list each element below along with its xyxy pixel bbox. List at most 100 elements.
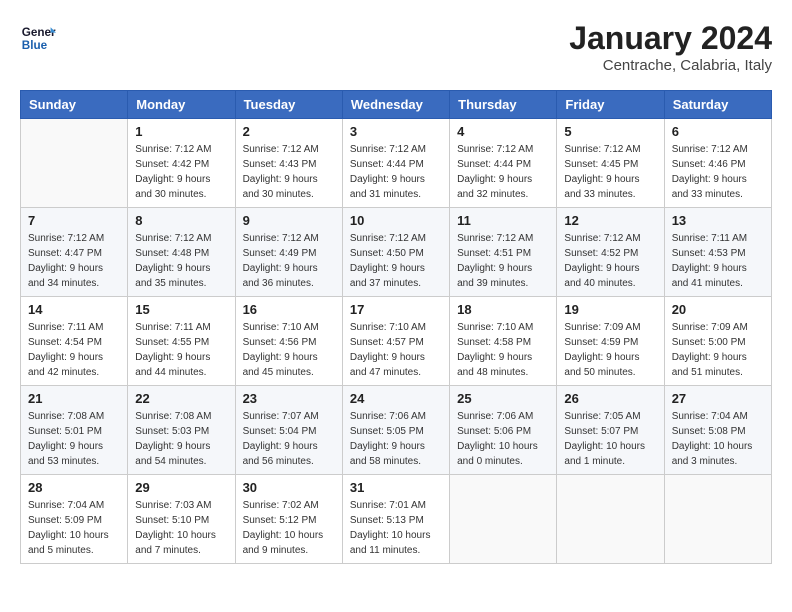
day-number: 2 [243, 124, 335, 139]
day-info: Sunrise: 7:08 AM Sunset: 5:03 PM Dayligh… [135, 409, 227, 469]
day-number: 14 [28, 302, 120, 317]
calendar-cell [664, 475, 771, 564]
calendar-cell [450, 475, 557, 564]
day-number: 20 [672, 302, 764, 317]
day-number: 8 [135, 213, 227, 228]
logo-icon: General Blue [20, 20, 56, 56]
day-info: Sunrise: 7:06 AM Sunset: 5:06 PM Dayligh… [457, 409, 549, 469]
day-info: Sunrise: 7:12 AM Sunset: 4:45 PM Dayligh… [564, 142, 656, 202]
day-number: 9 [243, 213, 335, 228]
calendar-cell: 14 Sunrise: 7:11 AM Sunset: 4:54 PM Dayl… [21, 297, 128, 386]
calendar-cell: 7 Sunrise: 7:12 AM Sunset: 4:47 PM Dayli… [21, 208, 128, 297]
day-info: Sunrise: 7:09 AM Sunset: 4:59 PM Dayligh… [564, 320, 656, 380]
day-number: 12 [564, 213, 656, 228]
calendar-week-4: 21 Sunrise: 7:08 AM Sunset: 5:01 PM Dayl… [21, 386, 772, 475]
weekday-header-friday: Friday [557, 91, 664, 119]
calendar-cell: 9 Sunrise: 7:12 AM Sunset: 4:49 PM Dayli… [235, 208, 342, 297]
calendar-cell: 11 Sunrise: 7:12 AM Sunset: 4:51 PM Dayl… [450, 208, 557, 297]
day-info: Sunrise: 7:01 AM Sunset: 5:13 PM Dayligh… [350, 498, 442, 558]
calendar-week-3: 14 Sunrise: 7:11 AM Sunset: 4:54 PM Dayl… [21, 297, 772, 386]
day-info: Sunrise: 7:10 AM Sunset: 4:58 PM Dayligh… [457, 320, 549, 380]
day-number: 25 [457, 391, 549, 406]
weekday-header-thursday: Thursday [450, 91, 557, 119]
calendar-cell: 4 Sunrise: 7:12 AM Sunset: 4:44 PM Dayli… [450, 119, 557, 208]
day-number: 11 [457, 213, 549, 228]
calendar-cell: 2 Sunrise: 7:12 AM Sunset: 4:43 PM Dayli… [235, 119, 342, 208]
day-number: 17 [350, 302, 442, 317]
calendar-cell: 25 Sunrise: 7:06 AM Sunset: 5:06 PM Dayl… [450, 386, 557, 475]
calendar-week-5: 28 Sunrise: 7:04 AM Sunset: 5:09 PM Dayl… [21, 475, 772, 564]
day-number: 6 [672, 124, 764, 139]
weekday-header-monday: Monday [128, 91, 235, 119]
day-info: Sunrise: 7:11 AM Sunset: 4:55 PM Dayligh… [135, 320, 227, 380]
day-info: Sunrise: 7:12 AM Sunset: 4:47 PM Dayligh… [28, 231, 120, 291]
day-info: Sunrise: 7:12 AM Sunset: 4:50 PM Dayligh… [350, 231, 442, 291]
day-number: 28 [28, 480, 120, 495]
day-number: 30 [243, 480, 335, 495]
day-number: 21 [28, 391, 120, 406]
weekday-header-sunday: Sunday [21, 91, 128, 119]
day-number: 5 [564, 124, 656, 139]
day-number: 4 [457, 124, 549, 139]
day-number: 24 [350, 391, 442, 406]
location-subtitle: Centrache, Calabria, Italy [569, 57, 772, 74]
weekday-header-tuesday: Tuesday [235, 91, 342, 119]
day-number: 15 [135, 302, 227, 317]
day-number: 13 [672, 213, 764, 228]
day-number: 19 [564, 302, 656, 317]
day-info: Sunrise: 7:04 AM Sunset: 5:08 PM Dayligh… [672, 409, 764, 469]
svg-text:Blue: Blue [22, 39, 48, 52]
day-number: 3 [350, 124, 442, 139]
day-number: 1 [135, 124, 227, 139]
calendar-cell: 21 Sunrise: 7:08 AM Sunset: 5:01 PM Dayl… [21, 386, 128, 475]
calendar-cell: 20 Sunrise: 7:09 AM Sunset: 5:00 PM Dayl… [664, 297, 771, 386]
calendar-body: 1 Sunrise: 7:12 AM Sunset: 4:42 PM Dayli… [21, 119, 772, 564]
day-info: Sunrise: 7:12 AM Sunset: 4:42 PM Dayligh… [135, 142, 227, 202]
day-info: Sunrise: 7:09 AM Sunset: 5:00 PM Dayligh… [672, 320, 764, 380]
day-info: Sunrise: 7:10 AM Sunset: 4:57 PM Dayligh… [350, 320, 442, 380]
calendar-cell: 6 Sunrise: 7:12 AM Sunset: 4:46 PM Dayli… [664, 119, 771, 208]
calendar-cell: 30 Sunrise: 7:02 AM Sunset: 5:12 PM Dayl… [235, 475, 342, 564]
calendar-cell: 8 Sunrise: 7:12 AM Sunset: 4:48 PM Dayli… [128, 208, 235, 297]
day-info: Sunrise: 7:06 AM Sunset: 5:05 PM Dayligh… [350, 409, 442, 469]
day-number: 29 [135, 480, 227, 495]
day-number: 31 [350, 480, 442, 495]
day-info: Sunrise: 7:07 AM Sunset: 5:04 PM Dayligh… [243, 409, 335, 469]
day-number: 7 [28, 213, 120, 228]
calendar-cell: 28 Sunrise: 7:04 AM Sunset: 5:09 PM Dayl… [21, 475, 128, 564]
day-info: Sunrise: 7:03 AM Sunset: 5:10 PM Dayligh… [135, 498, 227, 558]
calendar-cell: 26 Sunrise: 7:05 AM Sunset: 5:07 PM Dayl… [557, 386, 664, 475]
day-number: 16 [243, 302, 335, 317]
day-info: Sunrise: 7:08 AM Sunset: 5:01 PM Dayligh… [28, 409, 120, 469]
logo: General Blue [20, 20, 56, 56]
day-info: Sunrise: 7:04 AM Sunset: 5:09 PM Dayligh… [28, 498, 120, 558]
day-info: Sunrise: 7:12 AM Sunset: 4:43 PM Dayligh… [243, 142, 335, 202]
day-info: Sunrise: 7:11 AM Sunset: 4:53 PM Dayligh… [672, 231, 764, 291]
calendar-cell: 1 Sunrise: 7:12 AM Sunset: 4:42 PM Dayli… [128, 119, 235, 208]
page-header: General Blue January 2024 Centrache, Cal… [20, 20, 772, 74]
calendar-cell: 12 Sunrise: 7:12 AM Sunset: 4:52 PM Dayl… [557, 208, 664, 297]
day-info: Sunrise: 7:12 AM Sunset: 4:48 PM Dayligh… [135, 231, 227, 291]
day-info: Sunrise: 7:02 AM Sunset: 5:12 PM Dayligh… [243, 498, 335, 558]
calendar-cell: 17 Sunrise: 7:10 AM Sunset: 4:57 PM Dayl… [342, 297, 449, 386]
calendar-cell: 16 Sunrise: 7:10 AM Sunset: 4:56 PM Dayl… [235, 297, 342, 386]
day-info: Sunrise: 7:12 AM Sunset: 4:49 PM Dayligh… [243, 231, 335, 291]
day-info: Sunrise: 7:12 AM Sunset: 4:52 PM Dayligh… [564, 231, 656, 291]
calendar-cell: 19 Sunrise: 7:09 AM Sunset: 4:59 PM Dayl… [557, 297, 664, 386]
calendar-cell: 31 Sunrise: 7:01 AM Sunset: 5:13 PM Dayl… [342, 475, 449, 564]
calendar-cell: 3 Sunrise: 7:12 AM Sunset: 4:44 PM Dayli… [342, 119, 449, 208]
calendar-cell [21, 119, 128, 208]
month-title: January 2024 [569, 20, 772, 57]
day-info: Sunrise: 7:12 AM Sunset: 4:44 PM Dayligh… [350, 142, 442, 202]
calendar-cell: 10 Sunrise: 7:12 AM Sunset: 4:50 PM Dayl… [342, 208, 449, 297]
calendar-cell [557, 475, 664, 564]
calendar-week-2: 7 Sunrise: 7:12 AM Sunset: 4:47 PM Dayli… [21, 208, 772, 297]
day-info: Sunrise: 7:12 AM Sunset: 4:46 PM Dayligh… [672, 142, 764, 202]
calendar-table: SundayMondayTuesdayWednesdayThursdayFrid… [20, 90, 772, 564]
day-info: Sunrise: 7:12 AM Sunset: 4:51 PM Dayligh… [457, 231, 549, 291]
day-info: Sunrise: 7:05 AM Sunset: 5:07 PM Dayligh… [564, 409, 656, 469]
day-number: 27 [672, 391, 764, 406]
day-number: 23 [243, 391, 335, 406]
calendar-header-row: SundayMondayTuesdayWednesdayThursdayFrid… [21, 91, 772, 119]
day-number: 18 [457, 302, 549, 317]
